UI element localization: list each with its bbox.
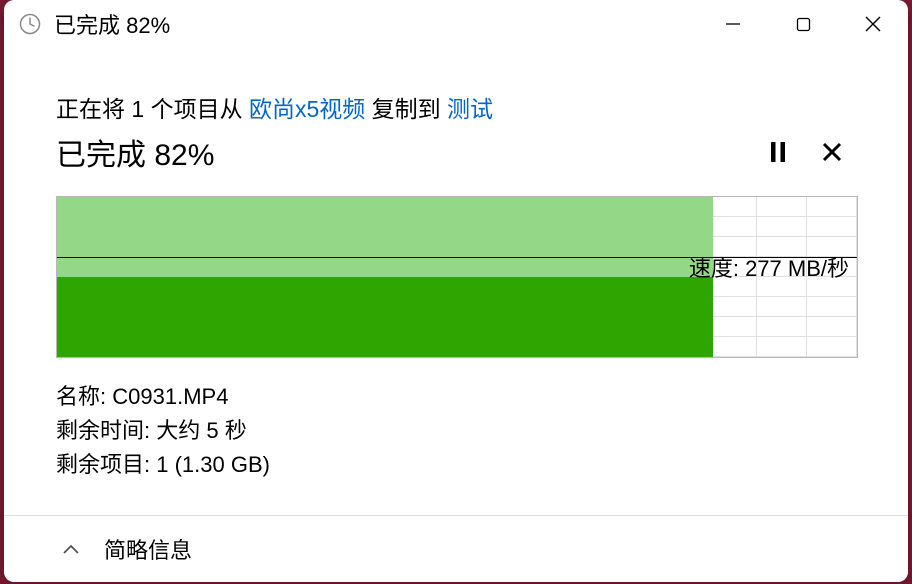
dialog-content: 正在将 1 个项目从 欧尚x5视频 复制到 测试 已完成 82% [4, 48, 908, 582]
minimize-button[interactable] [698, 0, 768, 48]
chart-recent-fill [57, 197, 713, 277]
titlebar: 已完成 82% [4, 0, 908, 48]
speed-chart: 速度: 277 MB/秒 [56, 196, 858, 358]
name-label: 名称: [56, 384, 106, 409]
speed-value: 277 MB/秒 [745, 256, 849, 281]
window-controls [698, 0, 908, 48]
detail-items-row: 剩余项目: 1 (1.30 GB) [56, 448, 856, 482]
watermark-text: 什么值得买 [804, 544, 894, 570]
watermark: 值 什么值得买 [756, 536, 906, 578]
detail-time-row: 剩余时间: 大约 5 秒 [56, 414, 856, 448]
source-folder-link[interactable]: 欧尚x5视频 [249, 96, 365, 122]
details-toggle-label: 简略信息 [104, 533, 192, 565]
copy-description: 正在将 1 个项目从 欧尚x5视频 复制到 测试 [56, 90, 856, 124]
pause-button[interactable] [754, 131, 802, 173]
speed-readout: 速度: 277 MB/秒 [689, 251, 849, 283]
status-row: 已完成 82% [56, 130, 856, 174]
items-left-label: 剩余项目: [56, 452, 150, 477]
detail-name-row: 名称: C0931.MP4 [56, 380, 856, 414]
items-left-value: 1 (1.30 GB) [156, 452, 270, 477]
copy-details: 名称: C0931.MP4 剩余时间: 大约 5 秒 剩余项目: 1 (1.30… [56, 380, 856, 482]
close-window-button[interactable] [838, 0, 908, 48]
name-value: C0931.MP4 [112, 384, 228, 409]
speed-label-text: 速度: [689, 256, 739, 281]
cancel-button[interactable] [808, 131, 856, 173]
chart-progress-fill [57, 277, 713, 357]
maximize-button[interactable] [768, 0, 838, 48]
window-title: 已完成 82% [54, 8, 698, 40]
progress-status: 已完成 82% [56, 130, 748, 174]
copy-dialog-window: 已完成 82% 正在将 1 个项目从 欧尚x5视频 复制到 测试 已完成 82% [4, 0, 908, 582]
copy-middle: 复制到 [365, 96, 447, 122]
time-left-label: 剩余时间: [56, 418, 150, 443]
chevron-up-icon [62, 536, 80, 562]
copy-prefix: 正在将 1 个项目从 [56, 96, 249, 122]
time-left-value: 大约 5 秒 [156, 418, 246, 443]
watermark-icon: 值 [768, 542, 798, 572]
destination-folder-link[interactable]: 测试 [447, 96, 493, 122]
clock-icon [18, 12, 42, 36]
